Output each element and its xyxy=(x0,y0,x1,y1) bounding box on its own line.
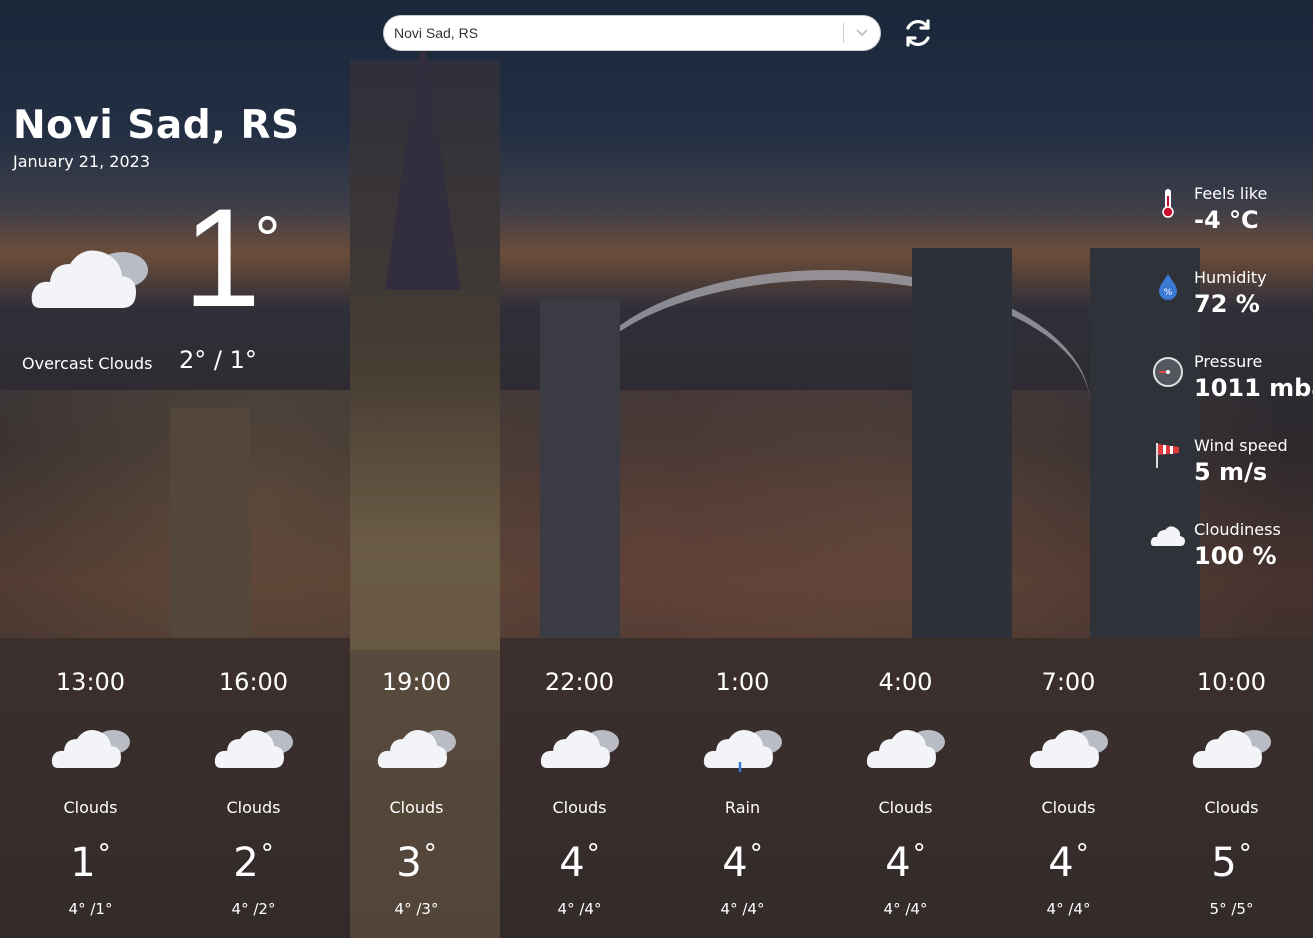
forecast-time: 7:00 xyxy=(1041,668,1096,696)
forecast-temperature: 2° xyxy=(233,839,274,886)
forecast-temperature: 4° xyxy=(1048,839,1089,886)
svg-text:%: % xyxy=(1164,288,1173,298)
detail-humidity: % Humidity 72 % xyxy=(1150,266,1313,336)
forecast-range: 4° /4° xyxy=(1046,900,1091,918)
forecast-item: 13:00 Clouds 1° 4° /1° xyxy=(9,650,172,938)
location-search-select[interactable]: Novi Sad, RS xyxy=(383,15,881,51)
forecast-item: 10:00 Clouds 5° 5° /5° xyxy=(1150,650,1313,938)
cloud-icon xyxy=(9,722,172,770)
detail-cloudiness: Cloudiness 100 % xyxy=(1150,518,1313,588)
detail-value: 100 % xyxy=(1194,542,1277,570)
forecast-description: Clouds xyxy=(552,798,607,817)
forecast-temperature: 5° xyxy=(1211,839,1252,886)
detail-label: Humidity xyxy=(1194,268,1267,287)
forecast-temperature: 3° xyxy=(396,839,437,886)
current-temperature: 1 xyxy=(183,179,261,336)
detail-value: -4 °C xyxy=(1194,206,1259,234)
current-date: January 21, 2023 xyxy=(13,152,150,171)
detail-value: 1011 mbar xyxy=(1194,374,1313,402)
chevron-down-icon[interactable] xyxy=(844,29,880,37)
forecast-time: 10:00 xyxy=(1196,668,1267,696)
cloud-icon xyxy=(172,722,335,770)
forecast-temperature: 4° xyxy=(885,839,926,886)
current-temperature-degree: ° xyxy=(253,205,282,273)
forecast-temperature: 4° xyxy=(722,839,763,886)
forecast-time: 19:00 xyxy=(381,668,452,696)
detail-label: Cloudiness xyxy=(1194,520,1281,539)
rain-cloud-icon xyxy=(661,722,824,774)
detail-label: Wind speed xyxy=(1194,436,1288,455)
pressure-gauge-icon xyxy=(1150,356,1186,388)
detail-pressure: Pressure 1011 mbar xyxy=(1150,350,1313,420)
forecast-time: 22:00 xyxy=(544,668,615,696)
detail-value: 72 % xyxy=(1194,290,1260,318)
forecast-range: 4° /4° xyxy=(883,900,928,918)
humidity-drop-icon: % xyxy=(1150,272,1186,304)
wind-flag-icon xyxy=(1150,440,1186,472)
current-description: Overcast Clouds xyxy=(22,354,153,373)
forecast-item: 7:00 Clouds 4° 4° /4° xyxy=(987,650,1150,938)
forecast-range: 4° /1° xyxy=(68,900,113,918)
forecast-description: Clouds xyxy=(226,798,281,817)
forecast-description: Clouds xyxy=(389,798,444,817)
detail-label: Feels like xyxy=(1194,184,1268,203)
search-value: Novi Sad, RS xyxy=(394,25,479,41)
hourly-forecast: 13:00 Clouds 1° 4° /1° 16:00 Clouds 2° 4… xyxy=(0,650,1313,938)
forecast-range: 4° /4° xyxy=(720,900,765,918)
forecast-description: Clouds xyxy=(63,798,118,817)
forecast-item: 19:00 Clouds 3° 4° /3° xyxy=(335,650,498,938)
detail-wind-speed: Wind speed 5 m/s xyxy=(1150,434,1313,504)
forecast-description: Clouds xyxy=(878,798,933,817)
forecast-temperature: 4° xyxy=(559,839,600,886)
forecast-time: 4:00 xyxy=(878,668,933,696)
forecast-description: Clouds xyxy=(1041,798,1096,817)
forecast-item: 22:00 Clouds 4° 4° /4° xyxy=(498,650,661,938)
cloud-icon xyxy=(335,722,498,770)
forecast-item: 16:00 Clouds 2° 4° /2° xyxy=(172,650,335,938)
cloud-icon xyxy=(987,722,1150,770)
forecast-range: 4° /2° xyxy=(231,900,276,918)
forecast-temperature: 1° xyxy=(70,839,111,886)
city-title: Novi Sad, RS xyxy=(13,103,300,148)
cloud-icon xyxy=(1150,524,1186,556)
cloud-icon xyxy=(1150,722,1313,770)
cloud-icon xyxy=(498,722,661,770)
detail-value: 5 m/s xyxy=(1194,458,1268,486)
refresh-button[interactable] xyxy=(900,17,936,53)
detail-label: Pressure xyxy=(1194,352,1263,371)
cloud-icon xyxy=(30,240,152,316)
forecast-description: Clouds xyxy=(1204,798,1259,817)
current-temperature-range: 2° / 1° xyxy=(179,346,257,374)
forecast-time: 13:00 xyxy=(55,668,126,696)
thermometer-icon xyxy=(1150,188,1186,220)
refresh-icon xyxy=(901,16,935,54)
forecast-time: 1:00 xyxy=(715,668,770,696)
cloud-icon xyxy=(824,722,987,770)
forecast-range: 5° /5° xyxy=(1209,900,1254,918)
forecast-range: 4° /4° xyxy=(557,900,602,918)
forecast-description: Rain xyxy=(724,798,761,817)
forecast-time: 16:00 xyxy=(218,668,289,696)
forecast-range: 4° /3° xyxy=(394,900,439,918)
forecast-item: 1:00 Rain 4° 4° /4° xyxy=(661,650,824,938)
forecast-item: 4:00 Clouds 4° 4° /4° xyxy=(824,650,987,938)
detail-feels-like: Feels like -4 °C xyxy=(1150,182,1313,252)
